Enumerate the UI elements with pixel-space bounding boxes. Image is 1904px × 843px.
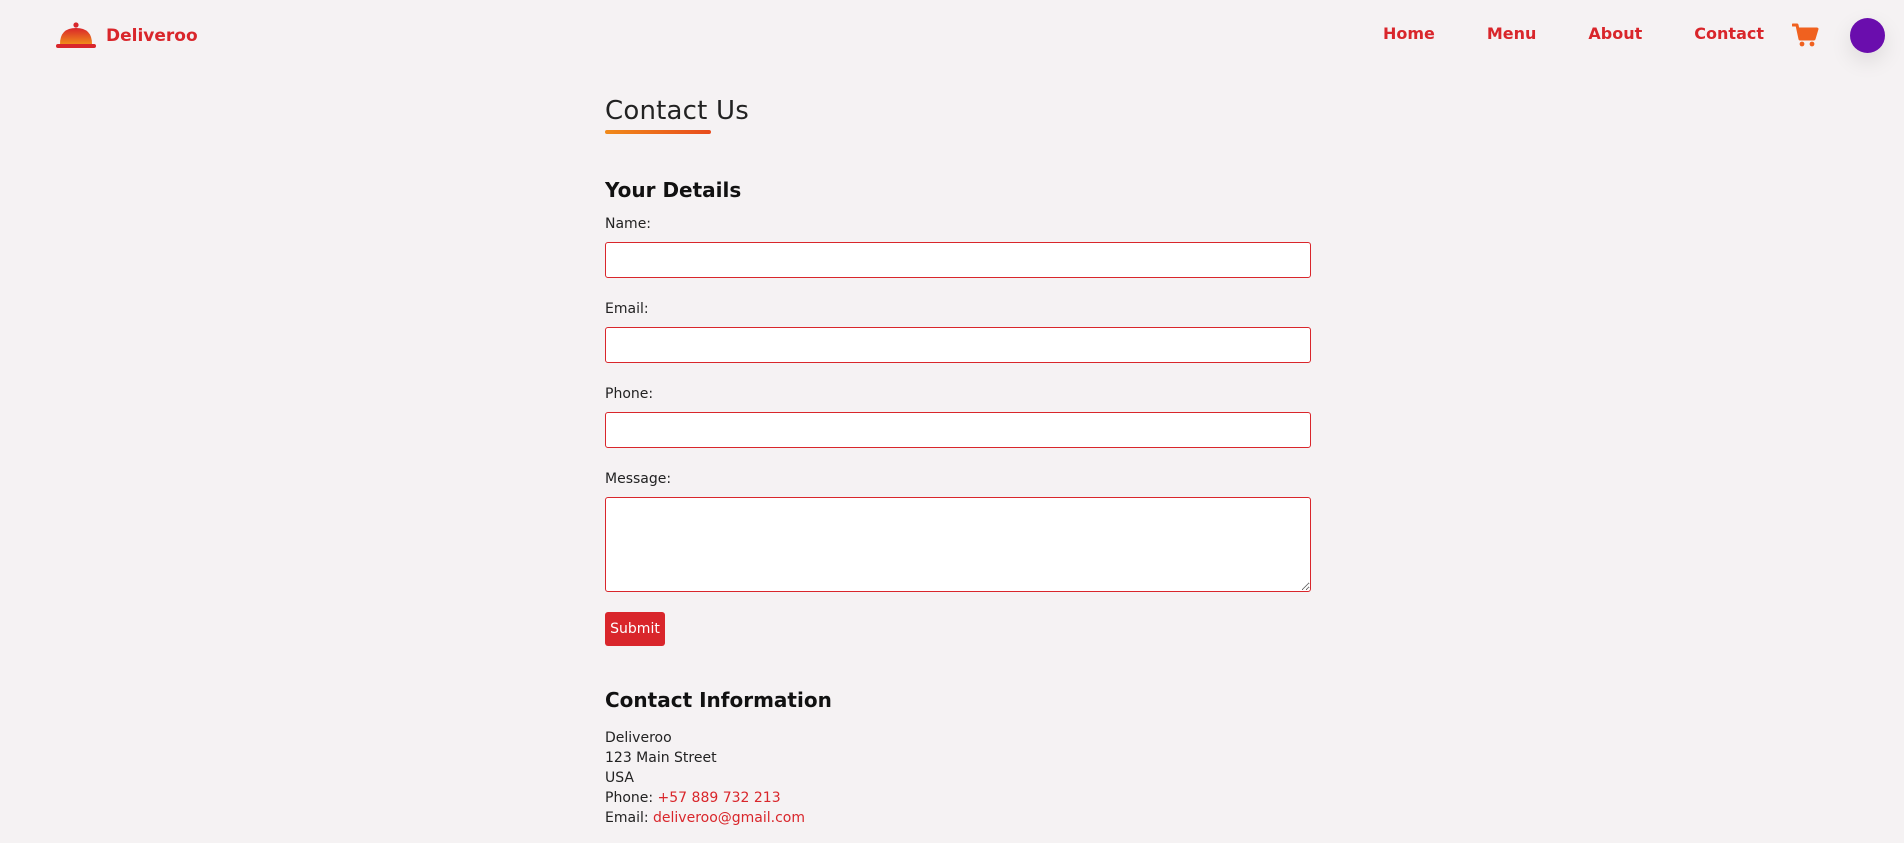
avatar[interactable] xyxy=(1850,18,1885,53)
contact-page: Contact Us Your Details Name: Email: Pho… xyxy=(605,96,1315,828)
nav-link-menu[interactable]: Menu xyxy=(1487,24,1537,43)
phone-label: Phone: xyxy=(605,386,654,402)
food-cloche-logo-icon xyxy=(20,22,96,48)
page-title: Contact Us xyxy=(605,96,749,126)
brand-name: Deliveroo xyxy=(106,26,198,46)
contact-form: Name: Email: Phone: Message: Submit xyxy=(605,216,1315,646)
phone-input[interactable] xyxy=(605,412,1311,448)
nav-link-about[interactable]: About xyxy=(1588,24,1642,43)
message-textarea[interactable] xyxy=(605,497,1311,592)
country: USA xyxy=(605,770,634,786)
phone-line: Phone: +57 889 732 213 xyxy=(605,788,1315,808)
shopping-cart-icon[interactable] xyxy=(1792,22,1820,48)
name-input[interactable] xyxy=(605,242,1311,278)
email-input[interactable] xyxy=(605,327,1311,363)
submit-button[interactable]: Submit xyxy=(605,612,665,646)
phone-info-label: Phone: xyxy=(605,790,654,806)
name-label: Name: xyxy=(605,216,652,232)
your-details-heading: Your Details xyxy=(605,178,742,202)
phone-link[interactable]: +57 889 732 213 xyxy=(658,790,781,806)
nav-link-home[interactable]: Home xyxy=(1383,24,1435,43)
company-name: Deliveroo xyxy=(605,730,672,746)
nav-link-contact[interactable]: Contact xyxy=(1694,24,1764,43)
contact-information-heading: Contact Information xyxy=(605,688,832,712)
email-line: Email: deliveroo@gmail.com xyxy=(605,808,1315,828)
street-address: 123 Main Street xyxy=(605,750,717,766)
logo[interactable]: Deliveroo xyxy=(20,20,198,52)
navbar: Deliveroo Home Menu About Contact xyxy=(0,0,1904,72)
email-info-label: Email: xyxy=(605,810,649,826)
title-underline xyxy=(605,130,711,134)
main-nav: Home Menu About Contact xyxy=(1383,24,1764,43)
email-link[interactable]: deliveroo@gmail.com xyxy=(653,810,805,826)
email-label: Email: xyxy=(605,301,649,317)
message-label: Message: xyxy=(605,471,672,487)
contact-information: Deliveroo 123 Main Street USA Phone: +57… xyxy=(605,728,1315,828)
